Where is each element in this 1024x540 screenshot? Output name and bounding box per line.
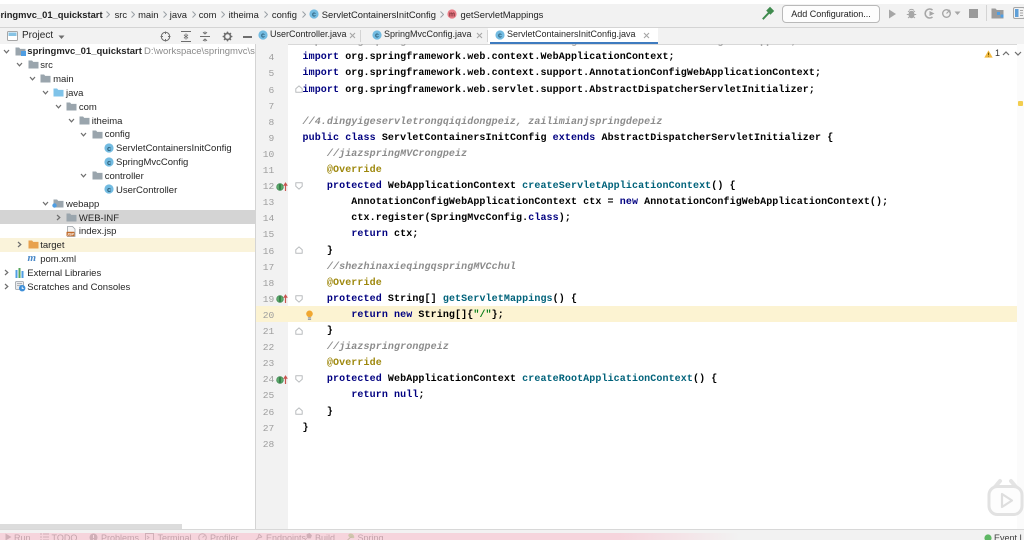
svg-text:c: c (107, 185, 111, 194)
svg-text:m: m (449, 12, 455, 19)
svg-text:c: c (498, 32, 502, 39)
svg-text:c: c (261, 32, 265, 39)
svg-text:c: c (107, 144, 111, 153)
svg-text:c: c (312, 12, 316, 19)
svg-text:JSP: JSP (67, 232, 75, 236)
svg-text:c: c (107, 157, 111, 166)
svg-text:c: c (375, 32, 379, 39)
